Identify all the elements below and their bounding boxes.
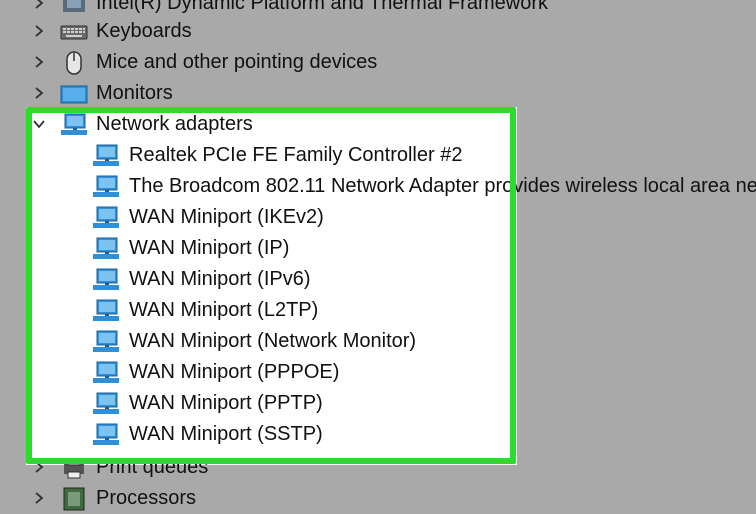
device-manager-tree: Intel(R) Dynamic Platform and Thermal Fr…	[0, 0, 756, 511]
network-adapter-label: WAN Miniport (PPPOE)	[129, 361, 340, 383]
tree-item-keyboards[interactable]: Keyboards	[0, 16, 756, 47]
chevron-right-icon[interactable]	[31, 490, 47, 506]
network-adapter-icon	[61, 113, 87, 135]
network-adapter-label: WAN Miniport (L2TP)	[129, 299, 319, 321]
network-adapter-icon	[93, 144, 119, 166]
network-adapter-icon	[93, 237, 119, 259]
network-adapter-label: WAN Miniport (PPTP)	[129, 392, 323, 414]
network-adapter-item[interactable]: WAN Miniport (IP)	[0, 233, 756, 264]
network-adapter-item[interactable]: WAN Miniport (PPTP)	[0, 388, 756, 419]
tree-item-label: Network adapters	[96, 113, 253, 135]
chip-icon	[63, 0, 85, 12]
chevron-right-icon[interactable]	[31, 85, 47, 101]
processor-icon	[63, 487, 85, 511]
network-adapter-label: WAN Miniport (IKEv2)	[129, 206, 324, 228]
network-adapter-item[interactable]: WAN Miniport (PPPOE)	[0, 357, 756, 388]
network-adapter-label: WAN Miniport (SSTP)	[129, 423, 323, 445]
network-adapter-icon	[93, 268, 119, 290]
chevron-down-icon[interactable]	[31, 116, 47, 132]
network-adapter-item[interactable]: The Broadcom 802.11 Network Adapter prov…	[0, 171, 756, 202]
chevron-right-icon[interactable]	[31, 23, 47, 39]
tree-item-label: Print queues	[96, 456, 209, 478]
network-adapter-item[interactable]: WAN Miniport (SSTP)	[0, 419, 756, 450]
printer-icon	[64, 458, 84, 479]
tree-item-label: Mice and other pointing devices	[96, 51, 378, 73]
chevron-right-icon[interactable]	[31, 0, 47, 11]
network-adapter-icon	[93, 361, 119, 383]
tree-item-print-queues[interactable]: Print queues	[0, 452, 756, 483]
network-adapter-item[interactable]: WAN Miniport (L2TP)	[0, 295, 756, 326]
network-adapter-icon	[93, 392, 119, 414]
keyboard-icon	[60, 25, 88, 40]
tree-item-label: Monitors	[96, 82, 173, 104]
tree-item-label: Processors	[96, 487, 197, 509]
chevron-right-icon[interactable]	[31, 54, 47, 70]
network-adapter-icon	[93, 175, 119, 197]
tree-item-processors[interactable]: Processors	[0, 483, 756, 514]
network-adapter-item[interactable]: WAN Miniport (IKEv2)	[0, 202, 756, 233]
network-adapter-label: The Broadcom 802.11 Network Adapter prov…	[129, 175, 756, 197]
chevron-right-icon[interactable]	[31, 459, 47, 475]
network-adapter-icon	[93, 330, 119, 352]
tree-item-label: Intel(R) Dynamic Platform and Thermal Fr…	[96, 0, 548, 14]
tree-item-label: Keyboards	[96, 20, 192, 42]
tree-item-network-adapters[interactable]: Network adapters	[0, 109, 756, 140]
network-adapter-label: WAN Miniport (IPv6)	[129, 268, 311, 290]
network-adapter-label: WAN Miniport (Network Monitor)	[129, 330, 417, 352]
network-adapter-item[interactable]: Realtek PCIe FE Family Controller #2	[0, 140, 756, 171]
network-adapter-item[interactable]: WAN Miniport (Network Monitor)	[0, 326, 756, 357]
monitor-icon	[60, 85, 88, 104]
network-adapter-icon	[93, 423, 119, 445]
tree-item-monitors[interactable]: Monitors	[0, 78, 756, 109]
network-adapter-icon	[93, 206, 119, 228]
network-adapter-icon	[93, 299, 119, 321]
network-adapter-item[interactable]: WAN Miniport (IPv6)	[0, 264, 756, 295]
network-adapter-label: WAN Miniport (IP)	[129, 237, 290, 259]
network-adapter-label: Realtek PCIe FE Family Controller #2	[129, 144, 463, 166]
mouse-icon	[66, 51, 82, 75]
tree-item-mice[interactable]: Mice and other pointing devices	[0, 47, 756, 78]
